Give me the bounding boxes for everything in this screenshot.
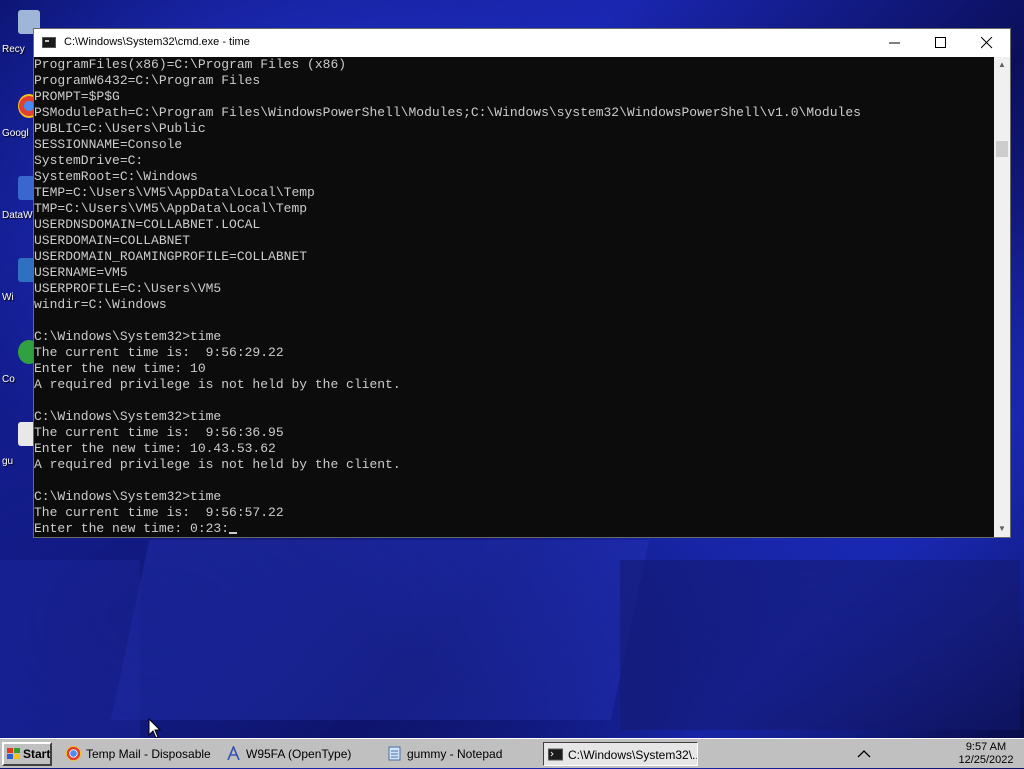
window-title: C:\Windows\System32\cmd.exe - time [64, 36, 250, 48]
console-line: ProgramW6432=C:\Program Files [34, 73, 261, 88]
mouse-pointer-icon [148, 718, 162, 739]
console-line: USERDNSDOMAIN=COLLABNET.LOCAL [34, 217, 261, 232]
console-line: SystemRoot=C:\Windows [34, 169, 198, 184]
console-line: C:\Windows\System32>time [34, 409, 222, 424]
wallpaper-shape [110, 540, 650, 720]
console-output[interactable]: ProgramFiles(x86)=C:\Program Files (x86)… [34, 57, 994, 537]
font-icon [227, 746, 240, 761]
taskbar-item-font-viewer[interactable]: W95FA (OpenType) [222, 742, 372, 766]
clock-date: 12/25/2022 [958, 754, 1014, 766]
scroll-up-arrow-icon[interactable]: ▲ [994, 57, 1010, 73]
console-line: windir=C:\Windows [34, 297, 167, 312]
taskbar-item-label: W95FA (OpenType) [246, 747, 352, 761]
start-label: Start [23, 747, 51, 761]
taskbar-item-notepad[interactable]: gummy - Notepad [383, 742, 533, 766]
console-line: USERNAME=VM5 [34, 265, 128, 280]
console-line: A required privilege is not held by the … [34, 457, 401, 472]
console-line: A required privilege is not held by the … [34, 377, 401, 392]
console-line: C:\Windows\System32>time [34, 329, 222, 344]
console-line: PUBLIC=C:\Users\Public [34, 121, 206, 136]
console-line: Enter the new time: 10 [34, 361, 206, 376]
console-line: SESSIONNAME=Console [34, 137, 183, 152]
desktop-icon-label: DataW [2, 210, 33, 221]
console-line: Enter the new time: 10.43.53.62 [34, 441, 276, 456]
desktop-icon-label: Recy [2, 44, 25, 55]
taskbar-item-label: gummy - Notepad [407, 747, 503, 761]
title-bar[interactable]: C:\Windows\System32\cmd.exe - time [34, 29, 1010, 57]
chevron-up-icon[interactable] [854, 745, 874, 763]
console-line: TMP=C:\Users\VM5\AppData\Local\Temp [34, 201, 308, 216]
close-icon [981, 37, 993, 49]
console-line: USERDOMAIN=COLLABNET [34, 233, 191, 248]
taskbar-item-label: Temp Mail - Disposable ... [86, 747, 212, 761]
taskbar: Start Temp Mail - Disposable ... W95FA (… [0, 738, 1024, 768]
taskbar-item-cmd[interactable]: C:\Windows\System32\... [543, 742, 698, 766]
chrome-icon [66, 746, 81, 761]
desktop-icon-label: Googl [2, 128, 29, 139]
console-line: SystemDrive=C: [34, 153, 144, 168]
close-button[interactable] [964, 29, 1010, 57]
console-line: USERPROFILE=C:\Users\VM5 [34, 281, 222, 296]
desktop-icon-label: Co [2, 374, 15, 385]
scroll-thumb[interactable] [996, 141, 1008, 157]
console-line: The current time is: 9:56:36.95 [34, 425, 284, 440]
cmd-icon [42, 37, 56, 48]
console-line: TEMP=C:\Users\VM5\AppData\Local\Temp [34, 185, 315, 200]
clock[interactable]: 9:57 AM 12/25/2022 [954, 741, 1018, 767]
console-line: USERDOMAIN_ROAMINGPROFILE=COLLABNET [34, 249, 308, 264]
minimize-button[interactable] [872, 29, 918, 57]
clock-time: 9:57 AM [965, 741, 1007, 753]
console-line: ProgramFiles(x86)=C:\Program Files (x86) [34, 57, 347, 72]
desktop-icon-label: gu [2, 456, 14, 467]
scroll-down-arrow-icon[interactable]: ▼ [994, 521, 1010, 537]
maximize-button[interactable] [918, 29, 964, 57]
system-tray: 9:57 AM 12/25/2022 [857, 739, 1024, 769]
start-button[interactable]: Start [2, 742, 52, 766]
console-line: The current time is: 9:56:29.22 [34, 345, 284, 360]
text-cursor [229, 532, 238, 534]
console-line: PSModulePath=C:\Program Files\WindowsPow… [34, 105, 861, 120]
console-line: PROMPT=$P$G [34, 89, 120, 104]
cmd-window[interactable]: C:\Windows\System32\cmd.exe - time Progr… [33, 28, 1011, 538]
taskbar-item-label: C:\Windows\System32\... [568, 748, 698, 762]
wallpaper-shape [0, 560, 140, 740]
console-line: C:\Windows\System32>time [34, 489, 222, 504]
vertical-scrollbar[interactable]: ▲ ▼ [994, 57, 1010, 537]
desktop-icon-label: Wi [2, 292, 14, 303]
console-line: The current time is: 9:56:57.22 [34, 505, 284, 520]
minimize-icon [889, 42, 900, 44]
wallpaper-shape [620, 560, 1020, 730]
notepad-icon [388, 746, 401, 761]
cmd-icon [548, 748, 563, 761]
windows-logo-icon [7, 748, 21, 760]
maximize-icon [935, 37, 946, 48]
console-line: Enter the new time: 0:23: [34, 521, 994, 537]
taskbar-item-temp-mail[interactable]: Temp Mail - Disposable ... [62, 742, 212, 766]
